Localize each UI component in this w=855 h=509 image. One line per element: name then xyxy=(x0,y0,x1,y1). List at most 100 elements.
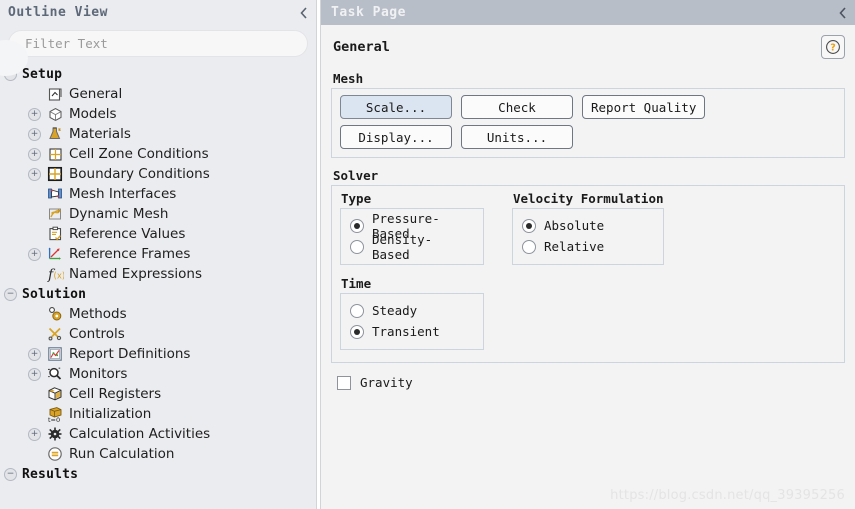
tree-expander-spacer xyxy=(28,228,41,241)
tree-item-monitors[interactable]: + Monitors xyxy=(0,364,316,384)
tree-item-label: Cell Zone Conditions xyxy=(69,146,209,162)
tree-item-label: Reference Frames xyxy=(69,246,191,262)
tree-expand-toggle[interactable]: + xyxy=(28,247,41,261)
tree-item-results[interactable]: − Results xyxy=(0,464,316,484)
solver-columns: Type Pressure-Based Density-Based Veloci… xyxy=(340,191,836,265)
page-title: General xyxy=(333,39,390,55)
tree-item-reference-frames[interactable]: + Reference Frames xyxy=(0,244,316,264)
radio-absolute[interactable]: Absolute xyxy=(522,215,649,236)
run-calculation-icon xyxy=(46,446,64,463)
check-button[interactable]: Check xyxy=(461,95,573,119)
tree-expander-spacer xyxy=(28,448,41,461)
mesh-button-row-2: Display... Units... xyxy=(340,125,836,149)
scale-button[interactable]: Scale... xyxy=(340,95,452,119)
tree-expand-toggle[interactable]: + xyxy=(28,167,41,181)
velocity-formulation-block: Velocity Formulation Absolute Relative xyxy=(512,191,664,265)
tree-item-label: Calculation Activities xyxy=(69,426,211,442)
tree-expand-toggle[interactable]: + xyxy=(28,147,41,161)
radio-button-icon xyxy=(350,324,364,339)
gravity-label: Gravity xyxy=(360,375,413,390)
radio-label: Density-Based xyxy=(372,231,433,262)
radio-transient[interactable]: Transient xyxy=(350,321,469,342)
initialization-icon: t=0 xyxy=(46,406,64,423)
tree-item-boundary-conditions[interactable]: + Boundary Conditions xyxy=(0,164,316,184)
tree-item-label: Mesh Interfaces xyxy=(69,186,177,202)
tree-item-calculation-activities[interactable]: + Calculation Activities xyxy=(0,424,316,444)
tree-expand-toggle[interactable]: + xyxy=(28,127,41,141)
tree-expander-spacer xyxy=(28,408,41,421)
clipboard-icon xyxy=(46,226,64,243)
tree-item-models[interactable]: + Models xyxy=(0,104,316,124)
radio-button-icon xyxy=(522,218,536,233)
tree-item-cell-registers[interactable]: Cell Registers xyxy=(0,384,316,404)
tree-expand-toggle[interactable]: + xyxy=(28,427,41,441)
mesh-interfaces-icon xyxy=(46,186,64,203)
tree-collapse-toggle[interactable]: − xyxy=(4,287,17,301)
tree-item-controls[interactable]: Controls xyxy=(0,324,316,344)
tree-collapse-toggle[interactable]: − xyxy=(4,67,17,81)
solver-groupbox: Type Pressure-Based Density-Based Veloci… xyxy=(331,185,845,363)
models-icon xyxy=(46,106,64,123)
filter-input[interactable] xyxy=(8,30,308,57)
tree-item-reference-values[interactable]: Reference Values xyxy=(0,224,316,244)
type-label: Type xyxy=(341,191,372,206)
svg-text:?: ? xyxy=(830,43,836,54)
cell-registers-icon xyxy=(46,386,64,403)
svg-text:t=0: t=0 xyxy=(48,416,60,423)
task-page-title: Task Page xyxy=(331,5,406,20)
report-icon xyxy=(46,346,64,363)
tree-item-solution[interactable]: − Solution xyxy=(0,284,316,304)
tree-item-general[interactable]: General xyxy=(0,84,316,104)
task-page-panel: Task Page General ? Mesh Scale... Check … xyxy=(321,0,855,509)
tree-item-label: Named Expressions xyxy=(69,266,203,282)
tree-item-methods[interactable]: Methods xyxy=(0,304,316,324)
mesh-group-label: Mesh xyxy=(333,71,364,86)
chevron-left-icon[interactable] xyxy=(296,6,310,20)
outline-view-header: Outline View xyxy=(0,0,316,25)
radio-density-based[interactable]: Density-Based xyxy=(350,232,469,262)
svg-text:(x): (x) xyxy=(53,272,64,282)
tree-item-materials[interactable]: + Materials xyxy=(0,124,316,144)
task-page-body: General ? Mesh Scale... Check Report Qua… xyxy=(321,25,855,509)
radio-steady[interactable]: Steady xyxy=(350,300,469,321)
solver-time-block: Time Steady Transient xyxy=(340,276,836,350)
tree-item-label: Report Definitions xyxy=(69,346,191,362)
radio-label: Absolute xyxy=(544,218,605,233)
display-button[interactable]: Display... xyxy=(340,125,452,149)
radio-button-icon xyxy=(522,239,536,254)
radio-label: Steady xyxy=(372,303,418,318)
monitor-icon xyxy=(46,366,64,383)
dynamic-mesh-icon xyxy=(46,206,64,223)
report-quality-button[interactable]: Report Quality xyxy=(582,95,706,119)
type-radio-group: Pressure-Based Density-Based xyxy=(340,208,484,265)
tree-expand-toggle[interactable]: + xyxy=(28,367,41,381)
time-label: Time xyxy=(341,276,372,291)
tree-collapse-toggle[interactable]: − xyxy=(4,467,17,481)
units-button[interactable]: Units... xyxy=(461,125,573,149)
tree-item-named-expressions[interactable]: f(x) Named Expressions xyxy=(0,264,316,284)
gravity-checkbox[interactable] xyxy=(337,375,351,390)
tree-expander-spacer xyxy=(28,308,41,321)
chevron-left-icon[interactable] xyxy=(838,6,847,19)
help-button[interactable]: ? xyxy=(821,35,845,59)
tree-item-label: Boundary Conditions xyxy=(69,166,210,182)
general-icon xyxy=(46,86,64,103)
tree-item-mesh-interfaces[interactable]: Mesh Interfaces xyxy=(0,184,316,204)
tree-item-cell-zone-conditions[interactable]: + Cell Zone Conditions xyxy=(0,144,316,164)
radio-relative[interactable]: Relative xyxy=(522,236,649,257)
tree-expand-toggle[interactable]: + xyxy=(28,107,41,121)
tree-item-label: Materials xyxy=(69,126,131,142)
tree-expand-toggle[interactable]: + xyxy=(28,347,41,361)
gravity-checkbox-row[interactable]: Gravity xyxy=(331,375,845,390)
radio-button-icon xyxy=(350,239,364,254)
task-page-header: Task Page xyxy=(321,0,855,25)
methods-icon xyxy=(46,306,64,323)
tree-item-dynamic-mesh[interactable]: Dynamic Mesh xyxy=(0,204,316,224)
tree-item-label: Dynamic Mesh xyxy=(69,206,169,222)
tree-item-setup[interactable]: − Setup xyxy=(0,64,316,84)
outline-tree: − Setup General + Models + Materials + Cell Zone… xyxy=(0,61,316,509)
tree-item-initialization[interactable]: t=0 Initialization xyxy=(0,404,316,424)
tree-item-report-definitions[interactable]: + Report Definitions xyxy=(0,344,316,364)
tree-item-run-calculation[interactable]: Run Calculation xyxy=(0,444,316,464)
materials-icon xyxy=(46,126,64,143)
